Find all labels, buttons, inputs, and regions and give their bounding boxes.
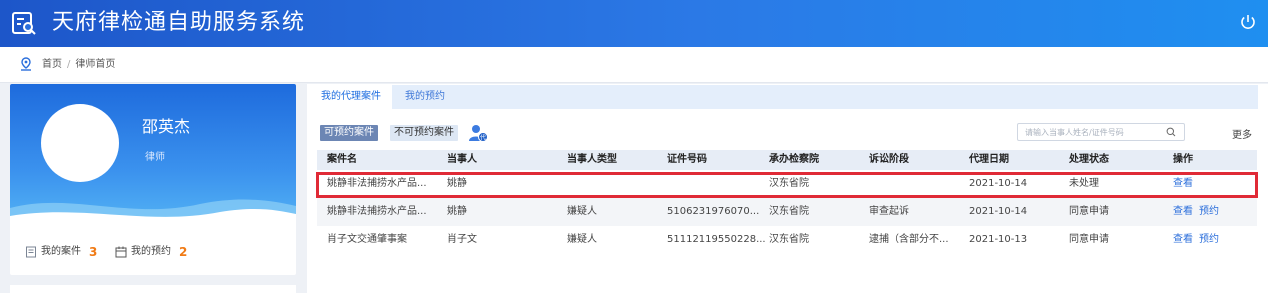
- column-header: 当事人: [447, 154, 477, 165]
- breadcrumb-home[interactable]: 首页: [42, 59, 62, 70]
- calendar-icon: [115, 246, 127, 258]
- table-row: 肖子文交通肇事案 肖子文 嫌疑人 51112119550228... 汉东省院 …: [317, 226, 1257, 254]
- breadcrumb-separator: /: [67, 59, 71, 70]
- case-name-cell: 姚静非法捕捞水产品...: [327, 178, 427, 189]
- my-cases-count: 3: [89, 245, 98, 259]
- add-agent-person-icon[interactable]: 代: [468, 123, 488, 143]
- party-cell: 姚静: [447, 178, 467, 189]
- user-role: 律师: [145, 152, 165, 163]
- more-link[interactable]: 更多: [1232, 130, 1252, 142]
- view-link[interactable]: 查看: [1173, 206, 1193, 217]
- filter-bookable-cases[interactable]: 可预约案件: [320, 125, 378, 141]
- main-panel: 我的代理案件 我的预约 可预约案件 不可预约案件 代 更多 案件名 当事人 当事…: [307, 84, 1268, 293]
- column-header: 承办检察院: [769, 154, 819, 165]
- status-cell: 同意申请: [1069, 206, 1109, 217]
- filter-non-bookable-cases[interactable]: 不可预约案件: [390, 125, 458, 141]
- case-name-cell: 姚静非法捕捞水产品...: [327, 206, 427, 217]
- stage-cell: 逮捕（含部分不...: [869, 234, 949, 245]
- my-appointments-count: 2: [179, 245, 188, 259]
- table-row: 姚静非法捕捞水产品... 姚静 汉东省院 2021-10-14 未处理 查看: [317, 170, 1257, 198]
- column-header: 案件名: [327, 154, 357, 165]
- procuratorate-cell: 汉东省院: [769, 178, 809, 189]
- id-number-cell: 5106231976070...: [667, 206, 760, 217]
- user-name: 邵英杰: [142, 117, 191, 136]
- location-pin-icon: [21, 57, 31, 71]
- document-icon: [26, 246, 36, 258]
- secondary-card: [10, 285, 296, 293]
- date-cell: 2021-10-13: [969, 234, 1028, 245]
- id-number-cell: [667, 170, 769, 198]
- date-cell: 2021-10-14: [969, 178, 1028, 189]
- actions-cell: 查看: [1173, 170, 1257, 198]
- book-link[interactable]: 预约: [1199, 234, 1219, 245]
- book-link[interactable]: 预约: [1199, 206, 1219, 217]
- column-header: 操作: [1173, 154, 1193, 165]
- breadcrumb: 首页 / 律师首页: [0, 47, 1268, 83]
- column-header: 诉讼阶段: [869, 154, 909, 165]
- date-cell: 2021-10-14: [969, 206, 1028, 217]
- breadcrumb-trail: 首页 / 律师首页: [42, 59, 115, 71]
- power-icon[interactable]: [1238, 12, 1258, 32]
- party-cell: 肖子文: [447, 234, 477, 245]
- view-link[interactable]: 查看: [1173, 178, 1193, 189]
- table-header: 案件名 当事人 当事人类型 证件号码 承办检察院 诉讼阶段 代理日期 处理状态 …: [317, 150, 1257, 170]
- actions-cell: 查看 预约: [1173, 226, 1257, 254]
- stage-cell: 审查起诉: [869, 206, 909, 217]
- wave-decoration: [10, 199, 296, 230]
- search-input[interactable]: [1025, 125, 1160, 139]
- party-type-cell: 嫌疑人: [567, 234, 597, 245]
- search-icon[interactable]: [1166, 127, 1176, 137]
- my-appointments-stat[interactable]: 我的预约 2: [115, 244, 187, 260]
- status-cell: 未处理: [1069, 178, 1099, 189]
- column-header: 代理日期: [969, 154, 1009, 165]
- party-cell: 姚静: [447, 206, 467, 217]
- column-header: 处理状态: [1069, 154, 1109, 165]
- status-cell: 同意申请: [1069, 234, 1109, 245]
- procuratorate-cell: 汉东省院: [769, 206, 809, 217]
- column-header: 当事人类型: [567, 154, 617, 165]
- svg-text:代: 代: [480, 134, 486, 142]
- my-cases-stat[interactable]: 我的案件 3: [25, 244, 97, 260]
- column-header: 证件号码: [667, 154, 707, 165]
- party-type-cell: 嫌疑人: [567, 206, 597, 217]
- breadcrumb-current: 律师首页: [75, 59, 116, 70]
- my-appointments-label: 我的预约: [131, 246, 171, 257]
- case-name-cell: 肖子文交通肇事案: [327, 234, 407, 245]
- stage-cell: [869, 170, 969, 198]
- search-box: [1017, 123, 1185, 141]
- my-cases-label: 我的案件: [41, 246, 81, 257]
- tab-my-appointments[interactable]: 我的预约: [394, 85, 456, 109]
- cases-table: 案件名 当事人 当事人类型 证件号码 承办检察院 诉讼阶段 代理日期 处理状态 …: [317, 150, 1257, 254]
- procuratorate-cell: 汉东省院: [769, 234, 809, 245]
- id-number-cell: 51112119550228...: [667, 234, 766, 245]
- profile-card: 邵英杰 律师 我的案件 3 我的预约 2: [10, 84, 296, 275]
- party-type-cell: [557, 170, 667, 198]
- tab-my-agency-cases[interactable]: 我的代理案件: [310, 85, 392, 109]
- view-link[interactable]: 查看: [1173, 234, 1193, 245]
- avatar: [41, 104, 119, 182]
- table-row: 姚静非法捕捞水产品... 姚静 嫌疑人 5106231976070... 汉东省…: [317, 198, 1257, 226]
- document-search-logo-icon: [12, 12, 36, 35]
- app-title: 天府律检通自助服务系统: [52, 10, 306, 35]
- app-header: 天府律检通自助服务系统: [0, 0, 1268, 47]
- actions-cell: 查看 预约: [1173, 198, 1257, 226]
- tab-bar: 我的代理案件 我的预约: [310, 85, 1258, 109]
